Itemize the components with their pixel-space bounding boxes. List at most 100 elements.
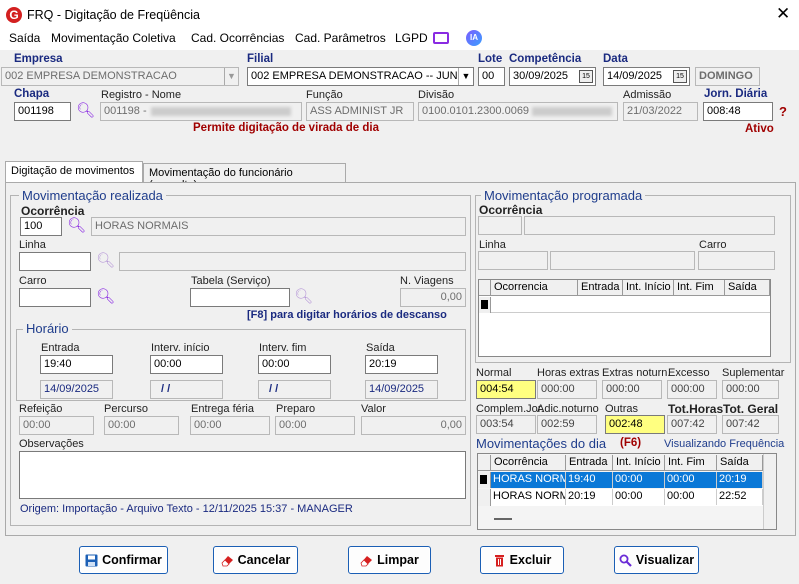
programada-title: Movimentação programada <box>481 188 646 203</box>
search-icon[interactable]: 🔍︎ <box>96 251 115 269</box>
dia-col-int-inicio[interactable]: Int. Início <box>613 455 665 471</box>
search-icon[interactable]: 🔍︎ <box>67 216 86 234</box>
help-icon[interactable]: ? <box>779 104 787 119</box>
interv-fim-field[interactable]: 00:00 <box>258 355 331 374</box>
lote-label: Lote <box>478 53 503 65</box>
saida-field[interactable]: 20:19 <box>365 355 438 374</box>
row-indicator <box>479 297 491 313</box>
menu-saida[interactable]: Saída <box>9 31 40 45</box>
save-icon <box>85 554 98 566</box>
jornada-field[interactable]: 008:48 <box>703 102 773 121</box>
prog-col-entrada[interactable]: Entrada <box>578 280 623 296</box>
f8-hint: [F8] para digitar horários de descanso <box>247 309 447 321</box>
entrega-label: Entrega féria <box>191 403 254 415</box>
table-row[interactable]: HORAS NORM 19:40 00:00 00:00 20:19 <box>491 472 763 489</box>
linha-desc-field <box>119 252 466 271</box>
tot-geral-label: Tot. Geral <box>723 402 779 416</box>
data-label: Data <box>603 53 628 65</box>
calendar-icon[interactable]: 15 <box>673 70 687 83</box>
cell-saida: 22:52 <box>717 489 763 505</box>
confirmar-button[interactable]: Confirmar <box>79 546 168 574</box>
prog-linha-desc <box>550 251 695 270</box>
empresa-field[interactable]: 002 EMPRESA DEMONSTRACAO <box>1 67 239 86</box>
entrada-field[interactable]: 19:40 <box>40 355 113 374</box>
lote-field[interactable]: 00 <box>478 67 505 86</box>
interv-fim-label: Interv. fim <box>259 342 307 354</box>
percurso-label: Percurso <box>104 403 149 415</box>
close-icon[interactable]: ✕ <box>776 4 790 24</box>
scrollbar[interactable] <box>763 454 776 529</box>
interv-inicio-field[interactable]: 00:00 <box>150 355 223 374</box>
visualizar-button[interactable]: Visualizar <box>614 546 699 574</box>
saida-label: Saída <box>366 342 395 354</box>
cell-entrada: 20:19 <box>566 489 613 505</box>
tab-movimentacao-funcionario[interactable]: Movimentação do funcionário (consulta) <box>143 163 346 191</box>
funcao-label: Função <box>306 89 343 101</box>
menu-cad-parametros[interactable]: Cad. Parâmetros <box>295 31 386 45</box>
dia-col-entrada[interactable]: Entrada <box>566 455 613 471</box>
search-icon[interactable]: 🔍︎ <box>96 287 115 305</box>
registro-field: 001198 - <box>100 102 302 121</box>
prog-col-int-fim[interactable]: Int. Fim <box>674 280 725 296</box>
prog-linha-field <box>478 251 548 270</box>
tab-digitacao-movimentos[interactable]: Digitação de movimentos <box>5 161 143 183</box>
prog-ocorrencia-code <box>478 216 522 235</box>
prog-col-saida[interactable]: Saída <box>725 280 770 296</box>
dia-col-saida[interactable]: Saída <box>717 455 763 471</box>
outras-field: 002:48 <box>605 415 665 434</box>
chevron-down-icon: ▼ <box>224 68 238 85</box>
linha-field[interactable] <box>19 252 91 271</box>
dia-semana-field: DOMINGO <box>695 67 760 86</box>
dia-title: Movimentações do dia <box>476 436 607 451</box>
tot-horas-label: Tot.Horas <box>668 402 724 416</box>
monitor-icon[interactable] <box>433 32 449 44</box>
dia-col-ocorrencia[interactable]: Ocorrência <box>491 455 566 471</box>
eraser-icon <box>221 555 233 566</box>
calendar-icon[interactable]: 15 <box>579 70 593 83</box>
tot-geral-field: 007:42 <box>722 415 779 434</box>
search-icon[interactable]: 🔍︎ <box>294 287 313 305</box>
menu-movimentacao-coletiva[interactable]: Movimentação Coletiva <box>51 31 176 45</box>
extras-label: Horas extras <box>537 367 600 379</box>
dia-col-int-fim[interactable]: Int. Fim <box>665 455 717 471</box>
cell-ocorrencia: HORAS NORM <box>491 489 566 505</box>
observacoes-textarea[interactable] <box>19 451 466 499</box>
admissao-label: Admissão <box>623 89 672 101</box>
confirmar-label: Confirmar <box>102 553 162 567</box>
valor-label: Valor <box>361 403 386 415</box>
tabela-field[interactable] <box>190 288 290 307</box>
admissao-field: 21/03/2022 <box>623 102 698 121</box>
visualizar-label: Visualizar <box>635 553 695 567</box>
filial-select[interactable]: 002 EMPRESA DEMONSTRACAO -- JUNDIAI <box>247 67 474 86</box>
interv-inicio-date: / / <box>150 380 223 399</box>
adic-noturno-field: 002:59 <box>537 415 597 434</box>
chevron-down-icon[interactable]: ▼ <box>458 68 473 85</box>
funcao-field: ASS ADMINIST JR <box>306 102 414 121</box>
search-icon[interactable]: 🔍︎ <box>76 101 95 119</box>
limpar-button[interactable]: Limpar <box>348 546 431 574</box>
prog-col-int-inicio[interactable]: Int. Início <box>623 280 674 296</box>
menu-cad-ocorrencias[interactable]: Cad. Ocorrências <box>191 31 284 45</box>
divisao-label: Divisão <box>418 89 455 101</box>
carro-field[interactable] <box>19 288 91 307</box>
preparo-field: 00:00 <box>275 416 355 435</box>
menu-lgpd[interactable]: LGPD <box>395 31 428 45</box>
prog-carro-label: Carro <box>699 239 727 251</box>
ocorrencia-code-field[interactable]: 100 <box>20 217 62 236</box>
extras-field: 000:00 <box>537 380 597 399</box>
prog-empty-row[interactable] <box>491 297 770 313</box>
normal-field: 004:54 <box>476 380 536 399</box>
table-row[interactable]: HORAS NORM 20:19 00:00 00:00 22:52 <box>491 489 763 506</box>
adic-noturno-label: Adic.noturno <box>537 403 599 415</box>
prog-col-ocorrencia[interactable]: Ocorrencia <box>491 280 578 296</box>
viewing-status: Visualizando Frequência <box>664 438 785 450</box>
excluir-label: Excluir <box>509 553 552 567</box>
linha-label: Linha <box>19 239 46 251</box>
cell-entrada: 19:40 <box>566 472 613 488</box>
ia-assistant-icon[interactable]: IA <box>466 30 482 46</box>
complem-field: 003:54 <box>476 415 536 434</box>
window-title: FRQ - Digitação de Freqüência <box>27 8 200 22</box>
excluir-button[interactable]: Excluir <box>480 546 564 574</box>
cancelar-button[interactable]: Cancelar <box>213 546 298 574</box>
chapa-field[interactable]: 001198 <box>14 102 71 121</box>
